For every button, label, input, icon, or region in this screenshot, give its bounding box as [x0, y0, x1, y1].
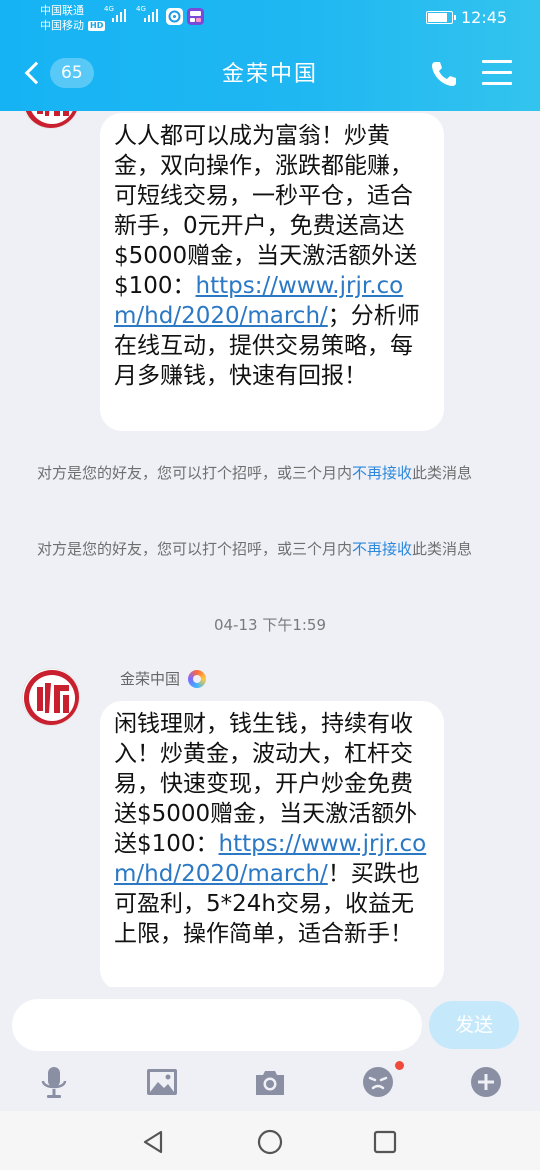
plus-icon[interactable] [469, 1065, 503, 1099]
sender-avatar[interactable] [22, 668, 80, 726]
home-circle-icon[interactable] [255, 1127, 285, 1157]
notice-text: 此类消息 [412, 464, 473, 482]
message-timestamp: 04-13 下午1:59 [213, 616, 327, 634]
signal-icon: 4G [104, 5, 126, 22]
carrier-2-label: 中国移动 [40, 19, 84, 32]
network-type-label: 4G [104, 5, 114, 13]
system-navbar [0, 1111, 540, 1170]
unsubscribe-link[interactable]: 不再接收 [352, 464, 412, 482]
hd-badge: HD [88, 20, 106, 31]
brand-logo-icon [25, 111, 79, 128]
friend-notice: 对方是您的好友，您可以打个招呼，或三个月内不再接收此类消息 [37, 462, 507, 484]
sender-name: 金荣中国 [120, 670, 181, 688]
notice-text: 此类消息 [412, 540, 473, 558]
browser-app-icon [166, 8, 183, 25]
phone-icon[interactable] [428, 58, 460, 90]
sender-name-row: 金荣中国 [120, 668, 207, 689]
emoji-icon[interactable] [361, 1065, 395, 1099]
signal-icon: 4G [136, 5, 158, 22]
image-icon[interactable] [145, 1065, 179, 1099]
carrier-1-label: 中国联通 [40, 4, 84, 17]
sender-avatar[interactable] [22, 111, 80, 129]
menu-icon[interactable] [482, 60, 512, 88]
unsubscribe-link[interactable]: 不再接收 [352, 540, 412, 558]
notice-text: 对方是您的好友，您可以打个招呼，或三个月内 [37, 464, 353, 482]
chat-area[interactable]: 人人都可以成为富翁！炒黄金，双向操作，涨跌都能赚，可短线交易，一秒平仓，适合新手… [0, 111, 540, 987]
notice-text: 对方是您的好友，您可以打个招呼，或三个月内 [37, 540, 353, 558]
input-bar: 发送 [0, 987, 540, 1111]
brand-logo-icon [24, 670, 79, 725]
status-time: 12:45 [461, 8, 508, 27]
back-triangle-icon[interactable] [139, 1127, 169, 1157]
status-carriers: 中国联通 中国移动 HD [40, 3, 106, 33]
microphone-icon[interactable] [37, 1065, 71, 1099]
camera-icon[interactable] [253, 1065, 287, 1099]
new-indicator-dot [395, 1061, 404, 1070]
verified-badge-icon [188, 669, 207, 688]
message-bubble[interactable]: 闲钱理财，钱生钱，持续有收入！炒黄金，波动大，杠杆交易，快速变现，开户炒金免费送… [100, 701, 444, 987]
recents-square-icon[interactable] [370, 1127, 400, 1157]
battery-icon [426, 11, 456, 24]
message-bubble[interactable]: 人人都可以成为富翁！炒黄金，双向操作，涨跌都能赚，可短线交易，一秒平仓，适合新手… [100, 113, 444, 431]
send-button[interactable]: 发送 [429, 1001, 519, 1049]
friend-notice: 对方是您的好友，您可以打个招呼，或三个月内不再接收此类消息 [37, 538, 507, 560]
notification-app-icon [187, 8, 204, 25]
message-input[interactable] [12, 999, 422, 1051]
header-bar: 中国联通 中国移动 HD 4G 4G 12:45 65 金荣中国 [0, 0, 540, 111]
signal-group: 4G 4G [104, 5, 158, 22]
network-type-label: 4G [136, 5, 146, 13]
